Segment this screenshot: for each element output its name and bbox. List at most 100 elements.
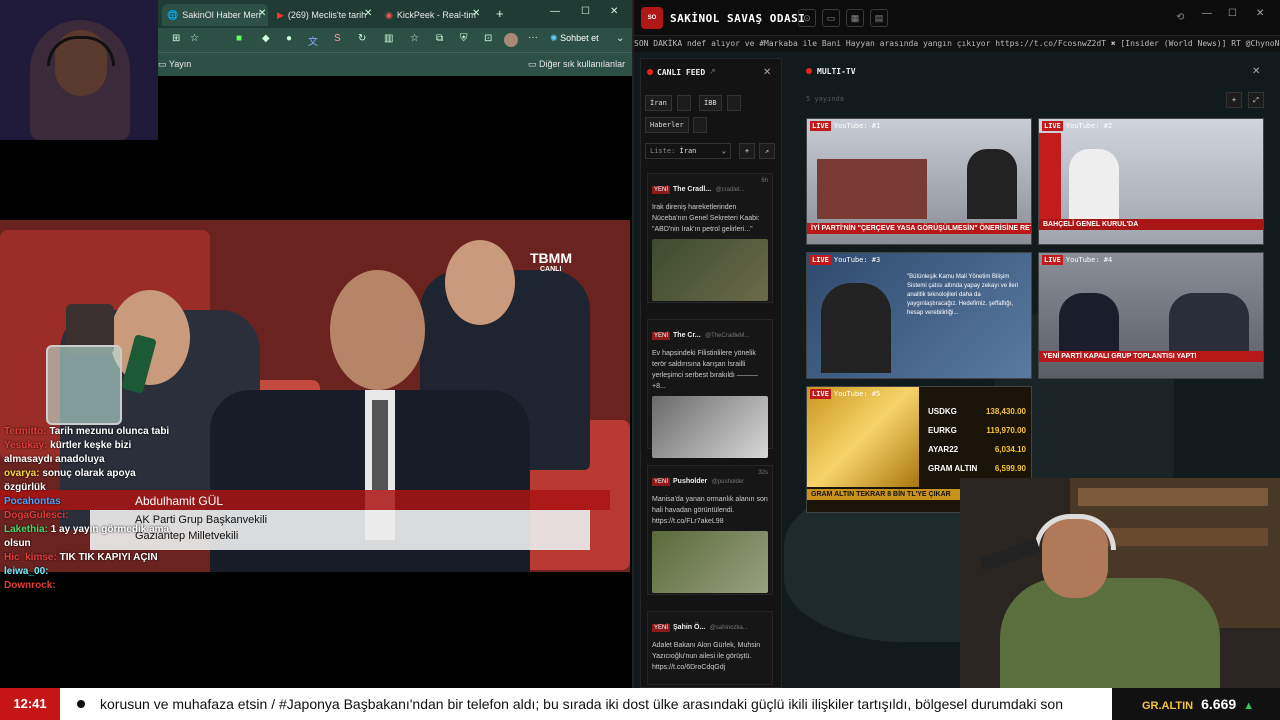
chat-message: Lakethia: 1 ay yayın görmedik ama olsun	[4, 524, 170, 549]
add-icon[interactable]: +	[739, 143, 755, 159]
bookmark-yayin[interactable]: ▭ Yayın	[158, 59, 191, 70]
more-icon[interactable]: ···	[528, 32, 538, 43]
refresh-icon[interactable]: ↻	[358, 33, 366, 44]
list-select[interactable]: Liste: İran ⌄	[645, 143, 731, 159]
feed-card-image	[652, 239, 768, 301]
close-icon[interactable]: ✕	[763, 67, 771, 78]
copilot-icon: ✺	[550, 33, 558, 43]
chat-message: Pocahontas	[4, 496, 61, 507]
chat-message: ovarya: sonuç olarak apoya özgürlük	[4, 468, 136, 493]
feed-chip-haberler[interactable]: Haberler	[645, 117, 689, 133]
maximize-icon[interactable]: ☐	[1228, 8, 1237, 19]
chat-overlay: Termitto: Tarih mezunu olunca tabi Yesuk…	[4, 425, 264, 593]
tv-tile-4[interactable]: LIVE YouTube: #4 YENİ PARTİ KAPALI GRUP T…	[1038, 252, 1264, 379]
streamer-webcam-top	[0, 0, 158, 140]
chat-message: Termitto: Tarih mezunu olunca tabi	[4, 426, 170, 437]
collections-icon[interactable]: ⧉	[436, 33, 443, 44]
grid-icon[interactable]	[693, 117, 707, 133]
feed-title: CANLI FEED	[657, 68, 706, 77]
bullet-icon	[77, 700, 85, 708]
expand-icon[interactable]: ↗	[759, 143, 775, 159]
browser-toolbar: ⊞ ☆ ■ ◆ ● 文 S ↻ ▥ ☆ ⧉ ⛨ ⊡ ··· ✺ Sohbet e…	[158, 28, 632, 52]
rss-icon[interactable]: ⊙	[798, 9, 816, 27]
tab-meclis[interactable]: ▶ (269) Meclis'te tarih	[272, 4, 372, 26]
extension-icon[interactable]: ●	[286, 33, 292, 44]
feed-card[interactable]: YENİ Şahin Ö... @sahinozka... Adalet Baka…	[647, 611, 773, 685]
favorites-icon[interactable]: ☆	[410, 33, 419, 44]
chat-message: Yesukay: kürtler keşke bizi almasaydı an…	[4, 440, 132, 465]
globe-icon: 🌐	[167, 9, 179, 20]
trend-up-icon: ▲	[1243, 700, 1255, 712]
news-crawl: korusun ve muhafaza etsin / #Japonya Baş…	[100, 696, 1063, 712]
live-dot-icon	[806, 68, 812, 74]
clock: 12:41	[0, 688, 60, 720]
folder-icon: ▭	[528, 59, 537, 69]
grid-icon[interactable]	[677, 95, 691, 111]
chat-message: Hic_kimse: TIK TIK KAPIYI AÇIN	[4, 552, 158, 563]
tab-close-icon[interactable]: ✕	[364, 8, 372, 19]
live-feed-panel: CANLI FEED ↗ ✕ İran İBB Haberler Liste: …	[640, 58, 782, 688]
tab-groups-icon[interactable]: ⊞	[172, 33, 180, 44]
add-icon[interactable]: +	[1226, 92, 1242, 108]
new-tab-icon[interactable]: +	[496, 6, 504, 21]
minimize-icon[interactable]: —	[1202, 8, 1212, 19]
split-screen-icon[interactable]: ▥	[384, 33, 393, 44]
copilot-chat-button[interactable]: ✺ Sohbet et	[550, 33, 599, 44]
multitv-header: MULTI-TV ✕	[806, 58, 1270, 100]
feed-card-image	[652, 396, 768, 458]
multitv-title: MULTI-TV	[817, 67, 856, 76]
favorite-icon[interactable]: ☆	[190, 33, 199, 44]
extension-icon[interactable]: ■	[236, 33, 242, 44]
fullscreen-icon[interactable]: ⤢	[1248, 92, 1264, 108]
chat-message: DogaGulesci:	[4, 510, 69, 521]
feed-card[interactable]: YENİ The Cradl... @cradlet... 6h Irak dir…	[647, 173, 773, 303]
tab-kickpeek[interactable]: ◉ KickPeek - Real-tim	[380, 4, 476, 26]
streamer-webcam-bottom	[960, 478, 1280, 688]
tbmm-logo: TBMM CANLI	[530, 250, 572, 273]
bookmark-other[interactable]: ▭ Diğer sık kullanılanlar	[528, 59, 625, 70]
feed-chip-iran[interactable]: İran	[645, 95, 672, 111]
logo-icon: SO	[641, 7, 663, 29]
overlay-jar-graphic	[46, 345, 122, 425]
feed-chip-ibb[interactable]: İBB	[699, 95, 722, 111]
close-window-icon[interactable]: ✕	[1256, 8, 1264, 19]
chevron-down-icon: ⌄	[721, 147, 726, 155]
maximize-icon[interactable]: ☐	[581, 6, 590, 17]
news-ticker: SON DAKİKA ndef alıyor ve #Markaba ile B…	[634, 36, 1280, 52]
chevron-down-icon[interactable]: ⌄	[616, 33, 624, 44]
screen: 🌐 SakinOl Haber Meri ✕ ▶ (269) Meclis'te…	[0, 0, 1280, 720]
profile-avatar[interactable]	[504, 33, 518, 47]
tab-sakinol[interactable]: 🌐 SakinOl Haber Meri	[162, 4, 268, 26]
tab-close-icon[interactable]: ✕	[258, 8, 266, 19]
gold-price-box: GR.ALTIN 6.669 ▲	[1112, 688, 1280, 720]
feed-card-image	[652, 531, 768, 593]
dashboard-title: SAKİNOL SAVAŞ ODASI	[670, 12, 806, 25]
multitv-count: 5 yayında	[806, 95, 844, 103]
chart-icon[interactable]: ▦	[846, 9, 864, 27]
extension-icon[interactable]: S	[334, 33, 341, 44]
external-link-icon[interactable]: ↗	[709, 67, 716, 76]
tv-icon[interactable]: ▭	[822, 9, 840, 27]
feed-card[interactable]: YENİ Pusholder @pusholder 32s Manisa'da y…	[647, 465, 773, 595]
kick-icon: ◉	[385, 9, 393, 20]
tv-tile-1[interactable]: LIVE YouTube: #1 İYİ PARTİ'NİN "ÇERÇEVE Y…	[806, 118, 1032, 245]
extension-icon[interactable]: ◆	[262, 33, 270, 44]
youtube-icon: ▶	[277, 9, 284, 20]
browser-tab-strip: 🌐 SakinOl Haber Meri ✕ ▶ (269) Meclis'te…	[158, 0, 632, 28]
bookmarks-bar: ▭ Yayın ▭ Diğer sık kullanılanlar	[158, 52, 632, 76]
chat-message: Downrock:	[4, 580, 56, 591]
tab-close-icon[interactable]: ✕	[472, 8, 480, 19]
grid-icon[interactable]: ▤	[870, 9, 888, 27]
close-icon[interactable]: ✕	[1252, 66, 1260, 77]
history-icon[interactable]: ⟲	[1176, 12, 1184, 23]
live-dot-icon	[647, 69, 653, 75]
shield-icon[interactable]: ⛨	[460, 33, 468, 44]
close-window-icon[interactable]: ✕	[610, 6, 618, 17]
tv-tile-3[interactable]: LIVE YouTube: #3 "Bütünleşik Kamu Mali Yö…	[806, 252, 1032, 379]
grid-icon[interactable]	[727, 95, 741, 111]
tv-tile-2[interactable]: LIVE YouTube: #2 BAHÇELİ GENEL KURUL'DA	[1038, 118, 1264, 245]
minimize-icon[interactable]: —	[550, 6, 560, 17]
translate-icon[interactable]: 文	[308, 33, 318, 48]
feed-card[interactable]: YENİ The Cr... @TheCradleM... Ev hapsinde…	[647, 319, 773, 458]
screenshot-icon[interactable]: ⊡	[484, 33, 492, 44]
